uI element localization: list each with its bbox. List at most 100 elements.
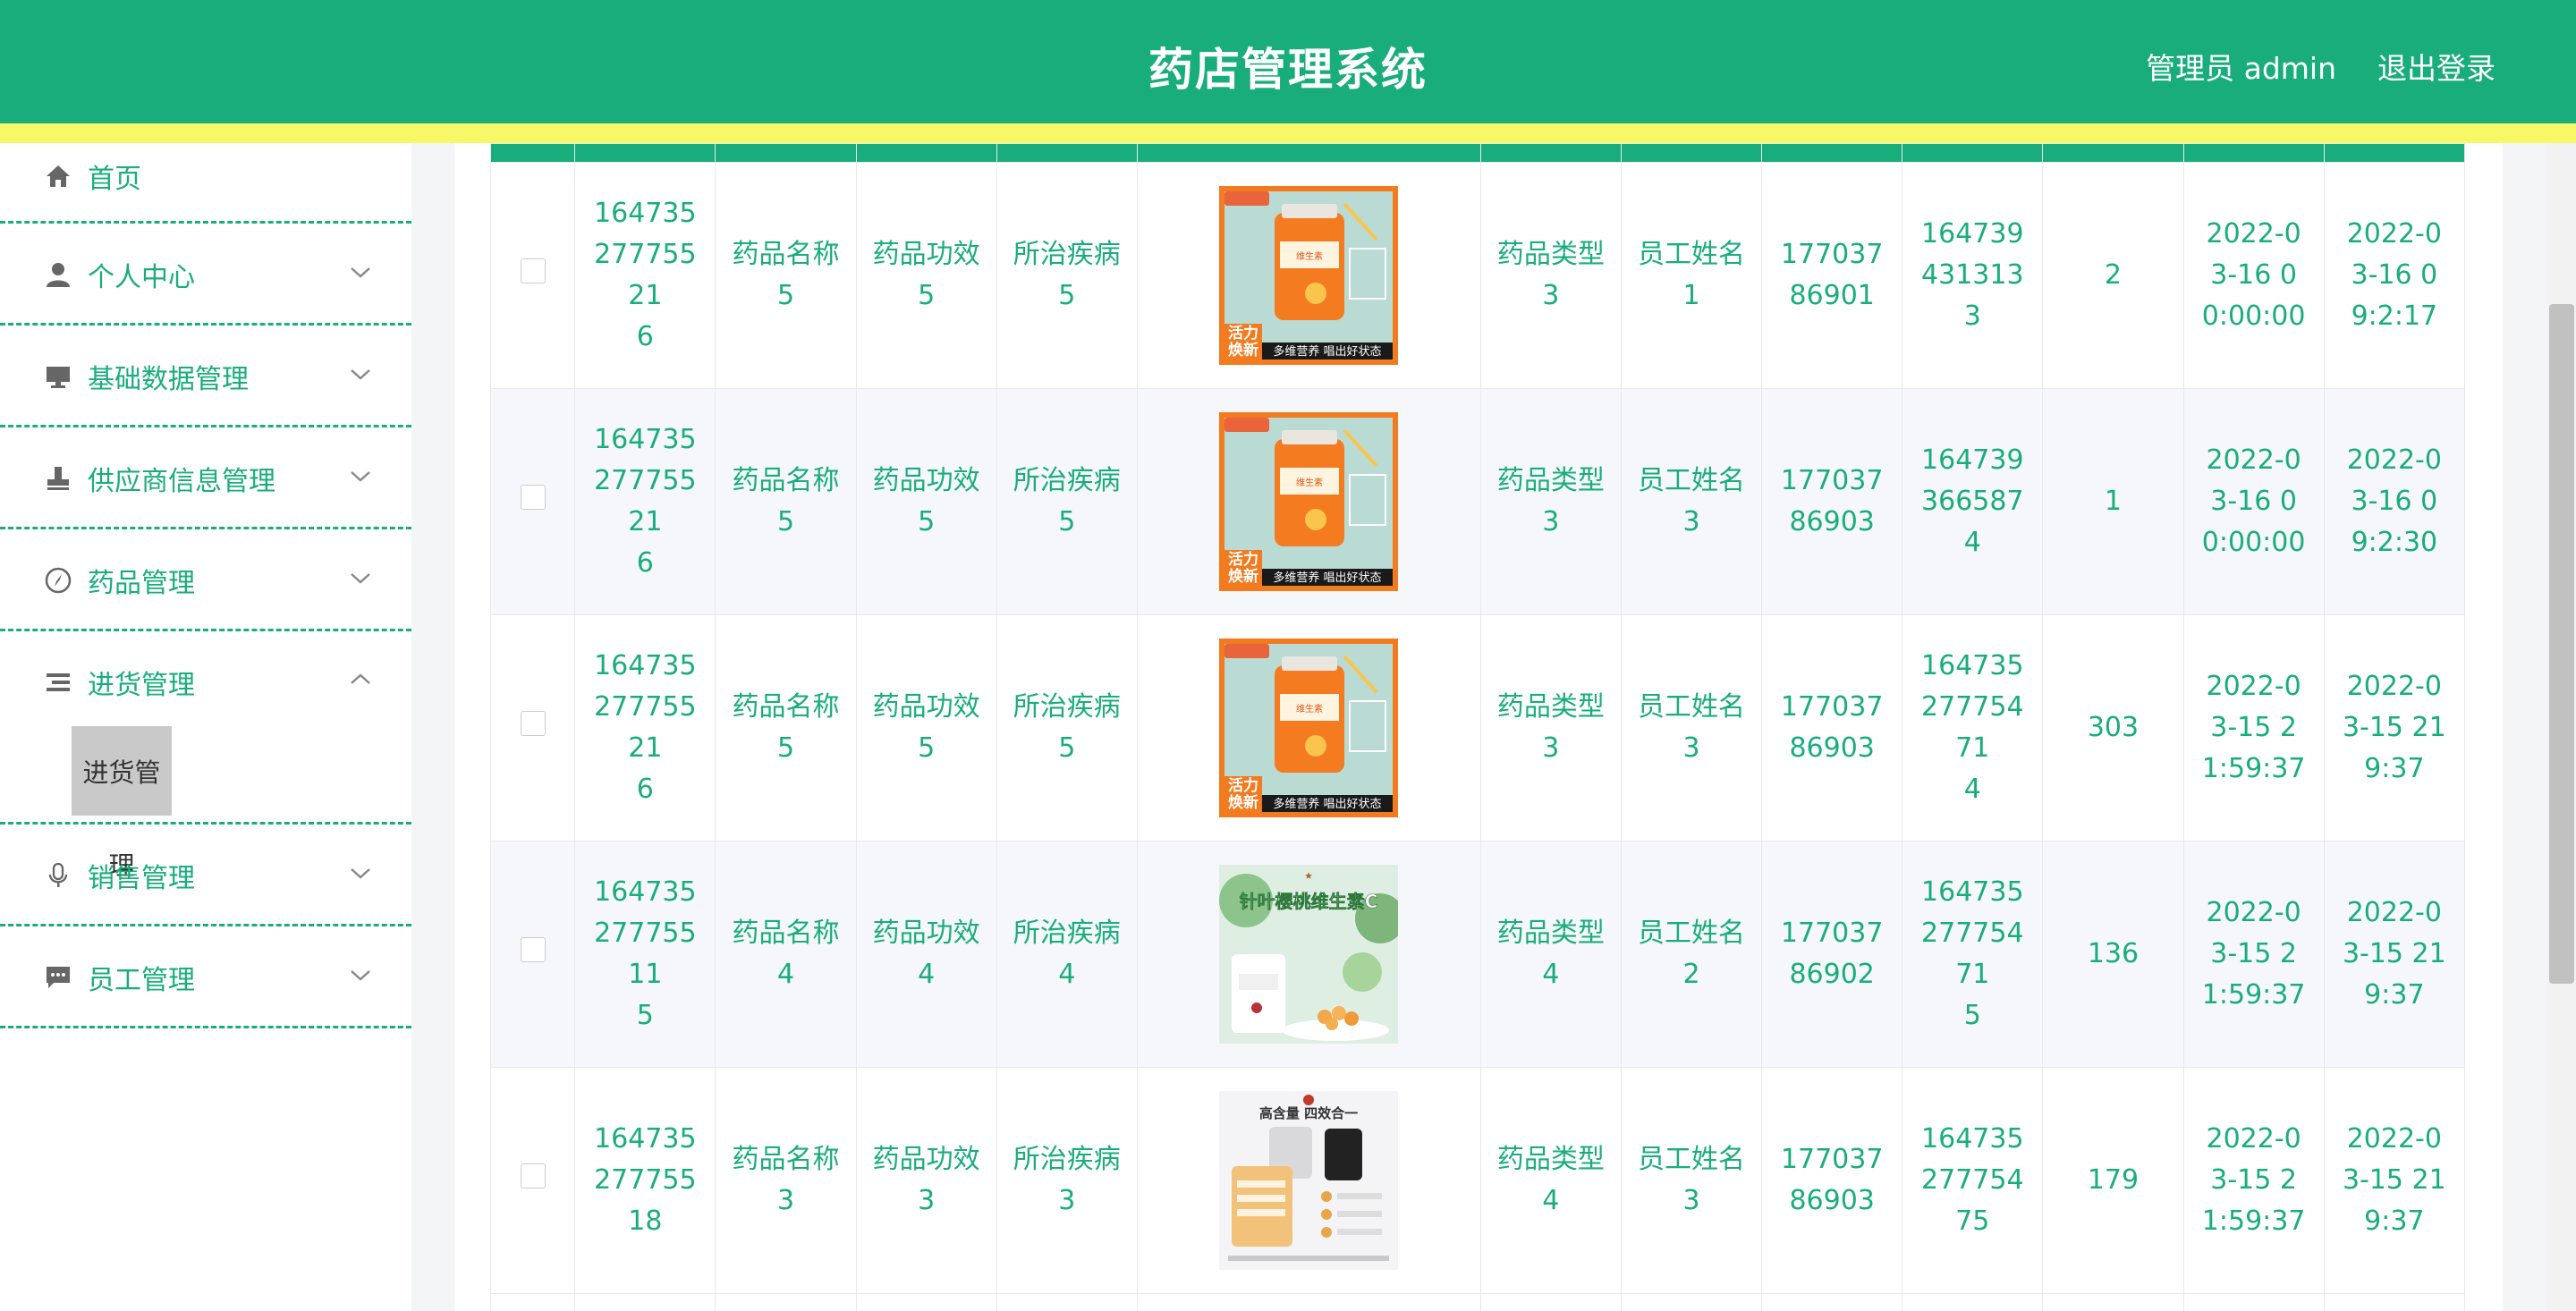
cell-text: 17703786901 (1780, 239, 1884, 311)
table-cell (1136, 1293, 1481, 1311)
cell-text: 药品类型 3 (1496, 239, 1605, 311)
cell-order: 1647394313133 (1902, 162, 2044, 389)
cell-text: 药品类型 4 (1496, 918, 1605, 990)
checkbox-cell (490, 614, 576, 842)
compass-icon (43, 565, 73, 596)
table-row[interactable]: 16473527775518 药品名称 3 药品功效 3 所治疾病 3 高含量 四效合… (490, 1067, 2465, 1294)
cell-text: 17703786903 (1780, 1144, 1884, 1216)
table-row[interactable] (490, 1293, 2465, 1311)
chevron-down-icon (351, 267, 370, 278)
table-cell (715, 1293, 857, 1311)
cell-disease: 所治疾病 5 (996, 388, 1138, 615)
sidebar-item-supplier[interactable]: 供应商信息管理 (0, 427, 411, 529)
logout-link[interactable]: 退出登录 (2377, 45, 2496, 88)
cell-text: 员工姓名 3 (1638, 691, 1745, 764)
table-cell (855, 1293, 997, 1311)
cell-text: 16473527775475 (1921, 1123, 2024, 1237)
sidebar-item-staff[interactable]: 员工管理 (0, 926, 411, 1028)
cell-date: 2022-03-15 21:59:37 (2182, 614, 2325, 842)
badge-line-1: 活力 (1228, 776, 1258, 795)
cell-qty: 136 (2042, 841, 2184, 1068)
scrollbar-thumb[interactable] (2549, 304, 2574, 984)
sidebar: 首页 个人中心 基础数据管理 供应商信息管理 药品管理 进货管理 进货管理 销售… (0, 143, 411, 1311)
cell-order: 16473527775471 5 (1902, 841, 2044, 1068)
cell-text: 1647393665874 (1921, 444, 2024, 558)
cell-order: 16473527775471 4 (1902, 614, 2044, 842)
chevron-down-icon (351, 868, 370, 879)
cell-text: 所治疾病 3 (1013, 1144, 1121, 1216)
sidebar-item-home[interactable]: 首页 (0, 143, 411, 224)
user-icon (43, 259, 73, 290)
table-cell (1620, 1293, 1763, 1311)
cell-date: 2022-03-15 21:59:37 (2182, 841, 2325, 1068)
cell-disease: 所治疾病 5 (996, 162, 1138, 389)
checkbox-cell (490, 162, 576, 389)
current-user: 管理员 admin (2146, 51, 2336, 86)
product-image: 维生素 活力 焕新 多维营养 唱出好状态 (1219, 186, 1399, 365)
cell-text: 16473527775471 4 (1921, 650, 2024, 805)
microphone-icon (43, 860, 73, 891)
header-cell (1620, 143, 1763, 163)
image-cell: 维生素 活力 焕新 多维营养 唱出好状态 (1136, 614, 1481, 842)
image-headline: 高含量 四效合一 (1259, 1105, 1358, 1121)
row-checkbox[interactable] (520, 1163, 546, 1188)
cell-time: 2022-03-15 219:37 (2323, 841, 2465, 1068)
table-cell (1479, 1293, 1622, 1311)
table-cell (1902, 1293, 2044, 1311)
sidebar-item-personal-center[interactable]: 个人中心 (0, 224, 411, 326)
sidebar-item-label: 销售管理 (88, 863, 195, 894)
table-row[interactable]: 16473527775521 6 药品名称 5 药品功效 5 所治疾病 5 维生素 活… (490, 162, 2465, 389)
image-caption: 多维营养 唱出好状态 (1274, 571, 1382, 585)
cell-staff: 员工姓名 3 (1620, 614, 1763, 842)
cell-text: 136 (2087, 938, 2140, 969)
purchase-table: 16473527775521 6 药品名称 5 药品功效 5 所治疾病 5 维生素 活… (490, 143, 2465, 1311)
cell-staff: 员工姓名 3 (1620, 1067, 1763, 1294)
cell-text: 药品功效 4 (872, 918, 980, 990)
chevron-down-icon (351, 471, 370, 482)
table-cell (1761, 1293, 1903, 1311)
cell-staff: 员工姓名 1 (1620, 162, 1763, 389)
sidebar-item-purchase[interactable]: 进货管理 进货管理 (0, 631, 411, 881)
cell-disease: 所治疾病 3 (996, 1067, 1138, 1294)
top-header: 药店管理系统 管理员 admin 退出登录 (0, 0, 2576, 143)
cell-text: 员工姓名 2 (1638, 918, 1745, 990)
table-row[interactable]: 16473527775521 6 药品名称 5 药品功效 5 所治疾病 5 维生素 活… (490, 388, 2465, 615)
cell-text: 药品名称 3 (732, 1144, 840, 1216)
submenu-item-purchase[interactable]: 进货管理 (72, 726, 172, 881)
sidebar-item-medicine[interactable]: 药品管理 (0, 529, 411, 631)
badge-line-2: 焕新 (1228, 793, 1258, 812)
product-image: 维生素 活力 焕新 多维营养 唱出好状态 (1219, 639, 1399, 817)
row-checkbox[interactable] (520, 711, 546, 736)
table-cell (490, 1293, 576, 1311)
cell-text: 药品功效 5 (872, 239, 980, 311)
stamp-icon (43, 463, 73, 494)
header-cell (1761, 143, 1903, 163)
cell-text: 2022-03-15 21:59:37 (2201, 1123, 2306, 1237)
table-row[interactable]: 16473527775511 5 药品名称 4 药品功效 4 所治疾病 4 ★ 针叶樱… (490, 841, 2465, 1068)
cell-text: 179 (2087, 1164, 2140, 1196)
row-checkbox[interactable] (520, 258, 546, 283)
cell-type: 药品类型 4 (1479, 1067, 1622, 1294)
cell-qty: 303 (2042, 614, 2184, 842)
row-checkbox[interactable] (520, 485, 546, 510)
table-row[interactable]: 16473527775521 6 药品名称 5 药品功效 5 所治疾病 5 维生素 活… (490, 614, 2465, 842)
cell-text: 2022-03-15 219:37 (2342, 897, 2446, 1011)
cell-phone: 17703786903 (1761, 614, 1903, 842)
cell-name: 药品名称 5 (715, 162, 857, 389)
cell-text: 药品功效 5 (872, 691, 980, 764)
cell-text: 2022-03-16 09:2:17 (2346, 218, 2442, 332)
cell-order: 16473527775475 (1902, 1067, 2044, 1294)
cell-text: 17703786902 (1780, 918, 1884, 990)
product-image: ★ 针叶樱桃维生素C (1219, 865, 1399, 1044)
header-cell (490, 143, 576, 163)
chat-icon (43, 962, 73, 993)
cell-phone: 17703786903 (1761, 1067, 1903, 1294)
sidebar-item-basic-data[interactable]: 基础数据管理 (0, 326, 411, 427)
sidebar-item-label: 个人中心 (88, 262, 195, 293)
checkbox-cell (490, 388, 576, 615)
cell-qty: 1 (2042, 388, 2184, 615)
sidebar-item-label: 基础数据管理 (88, 364, 249, 395)
row-checkbox[interactable] (520, 937, 546, 962)
cell-text: 药品名称 5 (732, 465, 840, 537)
sidebar-item-sales[interactable]: 销售管理 (0, 825, 411, 926)
